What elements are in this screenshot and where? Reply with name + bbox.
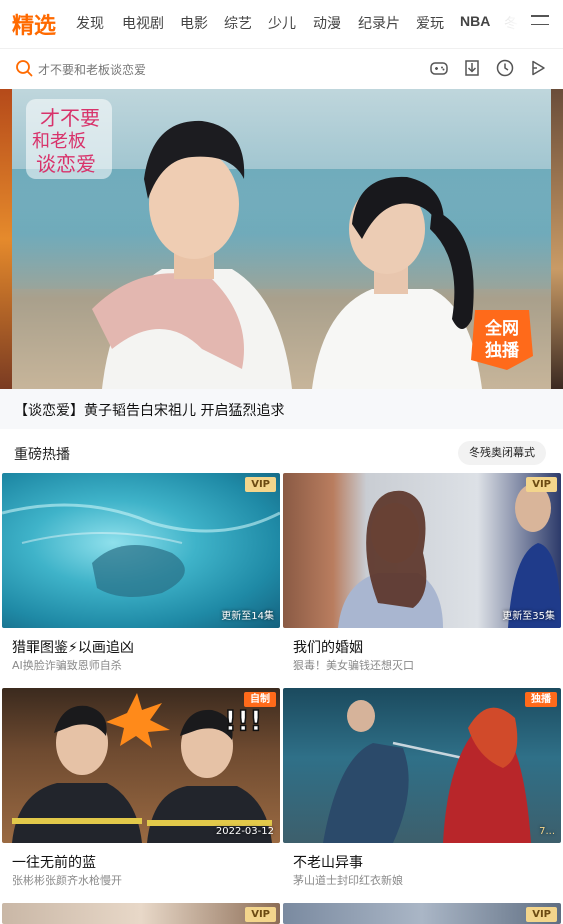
tab-play[interactable]: 爱玩 — [416, 13, 444, 33]
exclusive-badge: 独播 — [525, 692, 557, 707]
exclusive-badge: 全网 独播 — [471, 310, 533, 370]
svg-text:全网: 全网 — [484, 318, 519, 339]
video-card[interactable]: !!! 自制 2022-03-12 一往无前的蓝 张彬彬张颜齐水枪慢开 — [2, 688, 280, 893]
video-thumbnail[interactable]: VIP 更新至35集 — [283, 473, 561, 628]
card-title[interactable]: 我们的婚姻 — [293, 637, 363, 657]
section-title: 重磅热播 — [14, 447, 70, 463]
vip-badge: VIP — [245, 907, 276, 922]
search-bar: 才不要和老板谈恋爱 — [0, 48, 563, 88]
video-thumbnail[interactable]: !!! 自制 2022-03-12 — [2, 688, 280, 843]
video-thumbnail[interactable]: VIP — [283, 903, 561, 924]
tab-documentary[interactable]: 纪录片 — [358, 13, 400, 33]
episode-status: 更新至35集 — [502, 611, 555, 622]
video-card[interactable]: VIP 更新至14集 猎罪图鉴⚡以画追凶 AI换脸诈骗致恩师自杀 — [2, 473, 280, 683]
tab-featured[interactable]: 精选 — [12, 8, 56, 40]
nav-fade-overlay — [490, 0, 520, 46]
hero-banner[interactable]: 才不要 和老板 谈恋爱 全网 独播 — [0, 89, 563, 389]
video-card-partial[interactable]: VIP — [283, 903, 561, 924]
card-title[interactable]: 猎罪图鉴⚡以画追凶 — [12, 637, 134, 657]
release-date: 2022-03-12 — [215, 826, 274, 837]
video-thumbnail[interactable]: 独播 7... — [283, 688, 561, 843]
video-thumbnail[interactable]: VIP 更新至14集 — [2, 473, 280, 628]
tab-discover[interactable]: 发现 — [76, 13, 104, 33]
episode-status: 7... — [539, 826, 555, 837]
banner-caption: 【谈恋爱】黄子韬告白宋祖儿 开启猛烈追求 — [14, 403, 285, 419]
download-icon[interactable] — [462, 58, 482, 78]
banner-next-peek[interactable] — [551, 89, 563, 389]
svg-text:和老板: 和老板 — [32, 131, 86, 152]
search-icon[interactable] — [15, 59, 33, 77]
gamepad-icon[interactable] — [429, 58, 449, 78]
drama-scene — [338, 484, 561, 628]
play-icon[interactable] — [528, 58, 548, 78]
section-topic-pill[interactable]: 冬残奥闭幕式 — [458, 441, 546, 465]
underwater-scene — [2, 503, 280, 597]
banner-image[interactable]: 才不要 和老板 谈恋爱 全网 独播 — [12, 89, 551, 389]
search-input[interactable]: 才不要和老板谈恋爱 — [38, 61, 146, 78]
card-title[interactable]: 一往无前的蓝 — [12, 852, 96, 872]
tab-variety[interactable]: 综艺 — [224, 13, 252, 33]
svg-text:谈恋爱: 谈恋爱 — [36, 152, 96, 176]
banner-prev-peek[interactable] — [0, 89, 12, 389]
card-title[interactable]: 不老山异事 — [293, 852, 363, 872]
fantasy-scene — [323, 700, 531, 843]
card-subtitle: AI换脸诈骗致恩师自杀 — [12, 659, 122, 672]
vip-badge: VIP — [245, 477, 276, 492]
video-thumbnail[interactable]: VIP — [2, 903, 280, 924]
tab-nba[interactable]: NBA — [460, 13, 490, 29]
tab-kids[interactable]: 少儿 — [268, 13, 296, 33]
banner-actor-male — [92, 120, 292, 389]
history-icon[interactable] — [495, 58, 515, 78]
vip-badge: VIP — [526, 477, 557, 492]
episode-status: 更新至14集 — [221, 611, 274, 622]
firefighter-scene: !!! — [12, 693, 272, 843]
vip-badge: VIP — [526, 907, 557, 922]
svg-text:才不要: 才不要 — [40, 106, 100, 130]
video-card[interactable]: 独播 7... 不老山异事 茅山道士封印红衣新娘 — [283, 688, 561, 893]
svg-text:!!!: !!! — [224, 704, 262, 737]
tab-movies[interactable]: 电影 — [180, 13, 208, 33]
video-card[interactable]: VIP 更新至35集 我们的婚姻 狠毒！美女骗钱还想灭口 — [283, 473, 561, 683]
show-title-logo: 才不要 和老板 谈恋爱 — [26, 99, 112, 179]
original-badge: 自制 — [244, 692, 276, 707]
svg-text:独播: 独播 — [485, 340, 520, 361]
menu-icon[interactable] — [531, 15, 549, 27]
tab-anime[interactable]: 动漫 — [313, 13, 341, 33]
card-subtitle: 狠毒！美女骗钱还想灭口 — [293, 659, 414, 672]
video-card-partial[interactable]: VIP — [2, 903, 280, 924]
card-subtitle: 茅山道士封印红衣新娘 — [293, 874, 403, 887]
top-nav: 精选 发现 电视剧 电影 综艺 少儿 动漫 纪录片 爱玩 NBA 冬 — [0, 0, 563, 46]
banner-caption-bar[interactable]: 【谈恋爱】黄子韬告白宋祖儿 开启猛烈追求 — [0, 389, 563, 429]
card-subtitle: 张彬彬张颜齐水枪慢开 — [12, 874, 122, 887]
tab-tv-series[interactable]: 电视剧 — [122, 13, 164, 33]
